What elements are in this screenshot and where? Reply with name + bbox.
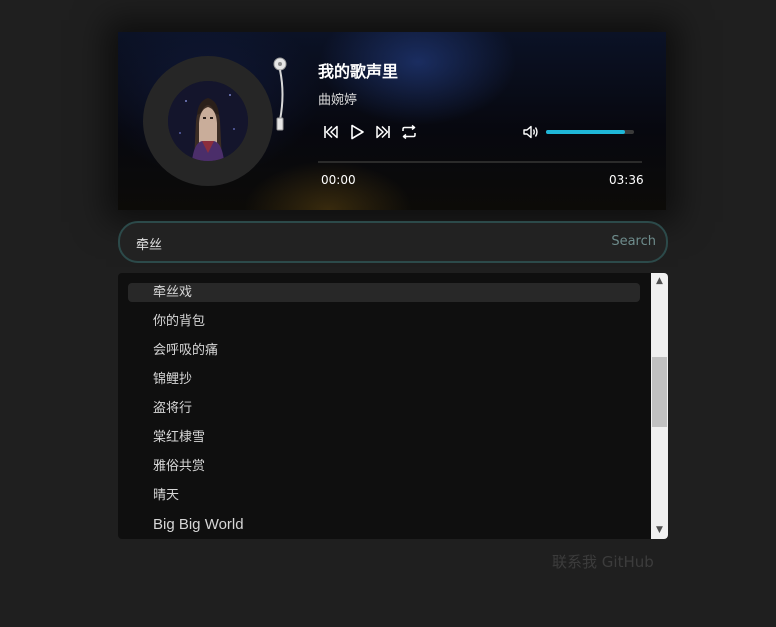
search-bar: Search	[118, 221, 668, 263]
song-name: Big Big World	[153, 516, 244, 533]
progress-bar[interactable]	[318, 161, 642, 163]
volume-level	[546, 130, 626, 134]
song-name: 棠红棣雪	[153, 430, 206, 445]
volume-icon[interactable]	[522, 123, 540, 141]
scroll-up-arrow-icon[interactable]: ▲	[651, 273, 668, 290]
song-name: 牵丝戏	[153, 285, 193, 300]
playback-controls	[322, 123, 418, 141]
album-cover-art	[168, 81, 248, 161]
previous-icon[interactable]	[322, 123, 340, 141]
list-item[interactable]: 你的背包	[118, 312, 650, 341]
album-cover	[168, 81, 248, 161]
volume-slider[interactable]	[546, 130, 634, 134]
song-title: 我的歌声里	[318, 62, 399, 81]
song-name: 你的背包	[153, 314, 206, 329]
list-item[interactable]: 牵丝戏	[118, 283, 650, 312]
song-name: 晴天	[153, 488, 180, 503]
play-icon[interactable]	[348, 123, 366, 141]
song-name: 盗将行	[153, 401, 193, 416]
contact-link[interactable]: 联系我	[552, 553, 597, 571]
music-player: 我的歌声里 曲婉婷 00:00 03:36	[118, 32, 666, 210]
song-name: 锦鲤抄	[153, 372, 193, 387]
list-item[interactable]: Big Big World	[118, 515, 650, 539]
search-button[interactable]: Search	[611, 234, 656, 249]
loop-icon[interactable]	[400, 123, 418, 141]
current-time: 00:00	[321, 173, 356, 187]
scroll-down-arrow-icon[interactable]: ▼	[651, 522, 668, 539]
artist-name: 曲婉婷	[318, 93, 358, 108]
song-name: 会呼吸的痛	[153, 343, 219, 358]
footer: 联系我 GitHub	[552, 551, 654, 572]
total-time: 03:36	[609, 173, 644, 187]
list-item[interactable]: 盗将行	[118, 399, 650, 428]
song-name: 雅俗共赏	[153, 459, 206, 474]
volume-control	[522, 123, 634, 141]
scroll-thumb[interactable]	[652, 357, 667, 427]
search-results: 牵丝戏 你的背包 会呼吸的痛 锦鲤抄 盗将行 棠红棣雪 雅俗共赏 晴天 Big …	[118, 273, 668, 539]
result-list: 牵丝戏 你的背包 会呼吸的痛 锦鲤抄 盗将行 棠红棣雪 雅俗共赏 晴天 Big …	[118, 283, 650, 539]
search-input[interactable]	[134, 232, 598, 254]
tonearm-icon	[273, 57, 287, 131]
vinyl-disc	[143, 56, 273, 186]
list-item[interactable]: 晴天	[118, 486, 650, 515]
next-icon[interactable]	[374, 123, 392, 141]
list-item[interactable]: 棠红棣雪	[118, 428, 650, 457]
scrollbar[interactable]: ▲ ▼	[651, 273, 668, 539]
list-item[interactable]: 锦鲤抄	[118, 370, 650, 399]
list-item[interactable]: 会呼吸的痛	[118, 341, 650, 370]
github-link[interactable]: GitHub	[602, 553, 654, 571]
list-item[interactable]: 雅俗共赏	[118, 457, 650, 486]
